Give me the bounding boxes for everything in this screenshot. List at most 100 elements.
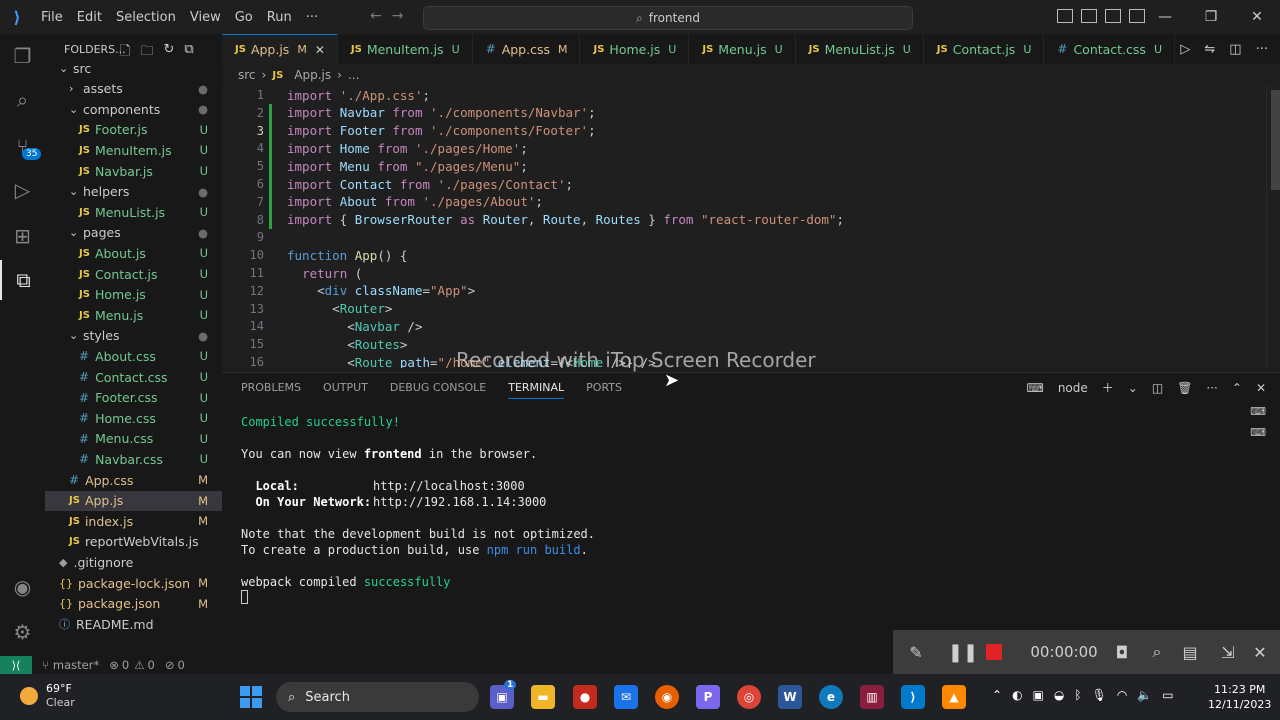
folder-item[interactable]: ⌄ styles ● [45,326,222,346]
toggle-secondary-sidebar-icon[interactable] [1105,9,1121,23]
firefox-icon[interactable]: ◉ [655,685,679,709]
tab-menulist-js[interactable]: JS MenuList.js U [796,34,924,64]
panel-tab-ports[interactable]: PORTS [586,381,622,399]
local-url[interactable]: http://localhost:3000 [373,479,525,493]
file-item[interactable]: # Contact.css U [45,367,222,387]
remote-explorer-icon[interactable]: ⧉ [0,260,45,300]
file-item[interactable]: JS Home.js U [45,285,222,305]
chevron-down-icon[interactable]: ⌄ [1128,381,1138,395]
toggle-panel-icon[interactable] [1081,9,1097,23]
menu-item-run[interactable]: Run [260,10,299,25]
file-item[interactable]: JS MenuItem.js U [45,140,222,160]
remote-indicator-icon[interactable]: ⟩⟨ [0,656,32,674]
tray-app-icon[interactable]: ▣ [1033,688,1044,702]
file-item[interactable]: JS Menu.js U [45,305,222,325]
extensions-icon[interactable]: ⊞ [0,216,45,256]
close-window-button[interactable]: ✕ [1234,0,1280,34]
recorder-app-icon[interactable]: ● [573,685,597,709]
restore-button[interactable]: ❐ [1188,0,1234,34]
panel-tab-problems[interactable]: PROBLEMS [241,381,301,399]
source-control-icon[interactable]: ⑂ 35 [0,126,45,166]
kill-terminal-icon[interactable]: 🗑 [1177,381,1192,395]
file-item[interactable]: JS Navbar.js U [45,161,222,181]
bluetooth-icon[interactable]: ᛒ [1074,688,1081,702]
battery-icon[interactable]: ▭ [1162,688,1173,702]
menu-item-edit[interactable]: Edit [70,10,109,25]
close-recorder-icon[interactable]: ✕ [1247,630,1273,674]
wifi-icon[interactable]: ◠ [1117,688,1127,702]
file-item[interactable]: JS App.js M [45,490,222,511]
tab-app-js[interactable]: JS App.js M ✕ [222,34,338,64]
folder-item[interactable]: ⌄ components ● [45,99,222,119]
tab-app-css[interactable]: # App.css M [473,34,581,64]
file-item[interactable]: # Navbar.css U [45,449,222,469]
command-center[interactable]: ⌕ frontend [423,6,913,30]
tray-app-icon[interactable]: ◐ [1012,688,1022,702]
menu-item-file[interactable]: File [34,10,70,25]
panel-tab-output[interactable]: OUTPUT [323,381,368,399]
close-panel-icon[interactable]: ✕ [1256,381,1266,395]
screenshot-icon[interactable]: ◘ [1109,630,1135,674]
taskbar-clock[interactable]: 11:23 PM 12/11/2023 [1208,682,1271,712]
file-item[interactable]: JS index.js M [45,511,222,531]
zoom-icon[interactable]: ⌕ [1144,630,1170,674]
code-editor[interactable]: 1 import './App.css'; 2 import Navbar from … [222,86,1268,368]
file-item[interactable]: # Footer.css U [45,388,222,408]
chat-icon[interactable]: ▣ 1 [490,680,517,709]
scrollbar-thumb[interactable] [1271,90,1280,190]
editor-scrollbar[interactable] [1266,86,1280,368]
panel-tab-terminal[interactable]: TERMINAL [508,381,565,399]
more-actions-icon[interactable]: ··· [1256,42,1268,57]
file-item[interactable]: JS Contact.js U [45,264,222,284]
menu-item-go[interactable]: Go [228,10,260,25]
stop-button[interactable] [979,630,1009,674]
start-button[interactable] [240,686,262,708]
breadcrumb-item[interactable]: ... [348,68,359,82]
folder-item[interactable]: ⌄ pages ● [45,223,222,243]
menu-item-[interactable]: ··· [299,10,325,25]
file-item[interactable]: {} package-lock.json M [45,573,222,593]
file-item[interactable]: JS reportWebVitals.js [45,532,222,552]
navigation-arrows[interactable]: ←→ [370,8,413,24]
mail-icon[interactable]: ✉ [614,685,638,709]
panel-tab-debug-console[interactable]: DEBUG CONSOLE [390,381,486,399]
minimize-recorder-icon[interactable]: ⇲ [1215,630,1241,674]
accounts-icon[interactable]: ◉ [0,567,45,607]
vlc-icon[interactable]: ▲ [942,685,966,709]
ports-count[interactable]: 0 [177,658,184,672]
microphone-icon[interactable]: 🎙 [1092,688,1107,702]
file-item[interactable]: # App.css M [45,470,222,490]
split-terminal-icon[interactable]: ◫ [1152,381,1163,395]
more-actions-icon[interactable]: ··· [1206,381,1217,395]
file-item[interactable]: JS About.js U [45,243,222,263]
minimize-button[interactable]: — [1142,0,1188,34]
folder-item[interactable]: ⌄ src [45,58,222,78]
file-item[interactable]: ◆ .gitignore [45,552,222,572]
file-item[interactable]: JS Footer.js U [45,120,222,140]
vscode-taskbar-icon[interactable]: ⟩ [901,685,925,709]
pause-button[interactable]: ❚❚ [948,630,978,674]
tab-menuitem-js[interactable]: JS MenuItem.js U [338,34,473,64]
word-icon[interactable]: W [778,685,802,709]
explorer-icon[interactable]: ❐ [0,36,45,76]
branch-name[interactable]: master* [53,658,99,672]
folder-item[interactable]: ⌄ helpers ● [45,182,222,202]
weather-widget[interactable]: 69°F Clear [20,682,75,710]
chrome-icon[interactable]: ◎ [737,685,761,709]
file-item[interactable]: # About.css U [45,346,222,366]
run-debug-icon[interactable]: ▷ [0,170,45,210]
folder-item[interactable]: › assets ● [45,79,222,99]
tray-app-icon[interactable]: ◒ [1054,688,1064,702]
manage-icon[interactable]: ⚙ [0,612,45,652]
toggle-primary-sidebar-icon[interactable] [1057,9,1073,23]
menu-item-selection[interactable]: Selection [109,10,183,25]
close-tab-icon[interactable]: ✕ [315,43,325,57]
terminal-instance-icon[interactable]: ⌨ [1250,405,1266,418]
tab-menu-js[interactable]: JS Menu.js U [689,34,796,64]
tab-home-js[interactable]: JS Home.js U [580,34,690,64]
edge-icon[interactable]: e [819,685,843,709]
maximize-panel-icon[interactable]: ⌃ [1232,381,1242,395]
run-icon[interactable]: ▷ [1180,42,1190,57]
breadcrumb-item[interactable]: App.js [294,68,331,82]
menu-item-view[interactable]: View [183,10,228,25]
